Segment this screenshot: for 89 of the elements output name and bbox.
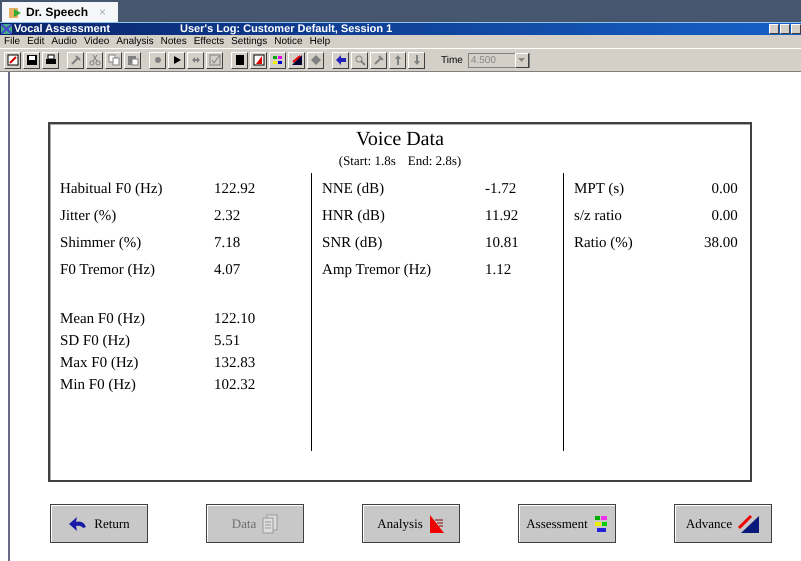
scissors-icon: [88, 54, 100, 66]
measure-value: 102.32: [214, 377, 256, 394]
window-title: Vocal Assessment: [14, 23, 110, 35]
edit-icon: [6, 54, 18, 66]
back-arrow-icon: [68, 516, 88, 532]
paste-icon: [126, 54, 138, 66]
minimize-button[interactable]: [769, 24, 779, 34]
measure-label: Amp Tremor (Hz): [322, 262, 432, 279]
measure-label: s/z ratio: [574, 208, 623, 225]
back-arrow-icon: [334, 54, 346, 66]
toolbar-button[interactable]: [168, 52, 185, 68]
blocks-icon: [594, 514, 608, 532]
tab-title: Dr. Speech: [26, 5, 88, 19]
menu-item[interactable]: Edit: [27, 36, 44, 47]
measure-label: Jitter (%): [60, 208, 118, 225]
measure-value: 122.10: [214, 311, 256, 328]
toolbar-button[interactable]: [288, 52, 305, 68]
menu-item[interactable]: Help: [310, 36, 330, 47]
measure-value: 0.00: [710, 181, 739, 198]
measure-label: HNR (dB): [322, 208, 386, 225]
measure-value: 11.92: [485, 208, 520, 225]
measure-value: 7.18: [214, 235, 242, 252]
diamond-icon: [310, 54, 322, 66]
menu-item[interactable]: File: [4, 36, 20, 47]
trend-icon: [290, 54, 302, 66]
toolbar-button[interactable]: [4, 52, 21, 68]
toolbar-button[interactable]: [42, 52, 59, 68]
app-icon: [8, 5, 22, 19]
trend-icon: [738, 514, 760, 534]
measure-value: 10.81: [485, 235, 520, 252]
browser-tab[interactable]: Dr. Speech ×: [2, 2, 118, 22]
measure-label: Mean F0 (Hz): [60, 311, 146, 328]
tool-icon: [70, 54, 82, 66]
save-icon: [26, 54, 38, 66]
measure-value: 4.07: [214, 262, 242, 279]
time-label: Time: [441, 54, 463, 66]
nav-button[interactable]: Return: [50, 504, 148, 543]
stop-icon: [234, 54, 246, 66]
toolbar-button[interactable]: [269, 52, 286, 68]
menu-item[interactable]: Effects: [194, 36, 224, 47]
documents-icon: [262, 514, 278, 534]
measure-label: Max F0 (Hz): [60, 355, 140, 372]
measure-value: 122.92: [214, 181, 256, 198]
menu-item[interactable]: Settings: [231, 36, 268, 47]
panel-title: Voice Data: [356, 128, 444, 151]
loop-icon: [190, 54, 202, 66]
measure-label: MPT (s): [574, 181, 626, 198]
measure-value: -1.72: [485, 181, 518, 198]
close-button[interactable]: [791, 24, 801, 34]
tool-icon: [372, 54, 384, 66]
nav-button[interactable]: Analysis: [362, 504, 460, 543]
measure-label: F0 Tremor (Hz): [60, 262, 156, 279]
menu-item[interactable]: Audio: [51, 36, 77, 47]
measure-label: NNE (dB): [322, 181, 386, 198]
chart-icon: [428, 514, 445, 534]
check-icon: [208, 54, 220, 66]
measure-label: SD F0 (Hz): [60, 333, 131, 350]
toolbar-button[interactable]: [231, 52, 248, 68]
printer-icon: [44, 54, 56, 66]
menu-item[interactable]: Analysis: [116, 36, 154, 47]
chart-icon: [252, 54, 264, 66]
menu-item[interactable]: Video: [84, 36, 110, 47]
start-time: (Start: 1.8s: [338, 153, 396, 169]
measure-value: 132.83: [214, 355, 256, 372]
menu-item[interactable]: Notice: [274, 36, 303, 47]
toolbar-button[interactable]: [23, 52, 40, 68]
grid-icon: [272, 54, 284, 66]
search-icon: [354, 54, 366, 66]
measure-value: 5.51: [214, 333, 242, 350]
measure-value: 38.00: [704, 235, 739, 252]
measure-value: 1.12: [485, 262, 512, 279]
app-icon: [1, 24, 12, 34]
nav-button[interactable]: Assessment: [518, 504, 616, 543]
measure-label: Shimmer (%): [60, 235, 142, 252]
window-subtitle: User's Log: Customer Default, Session 1: [180, 23, 392, 35]
menu-item[interactable]: Notes: [160, 36, 187, 47]
measure-label: Habitual F0 (Hz): [60, 181, 164, 198]
measure-value: 0.00: [710, 208, 739, 225]
toolbar-button[interactable]: [250, 52, 267, 68]
copy-icon: [108, 54, 120, 66]
measure-label: SNR (dB): [322, 235, 384, 252]
restore-button[interactable]: [780, 24, 790, 34]
nav-button[interactable]: Advance: [674, 504, 772, 543]
measure-value: 2.32: [214, 208, 242, 225]
toolbar-button[interactable]: [332, 52, 349, 68]
caret-icon: [518, 58, 526, 62]
end-time: End: 2.8s): [408, 153, 462, 169]
measure-label: Ratio (%): [574, 235, 634, 252]
measure-label: Min F0 (Hz): [60, 377, 137, 394]
